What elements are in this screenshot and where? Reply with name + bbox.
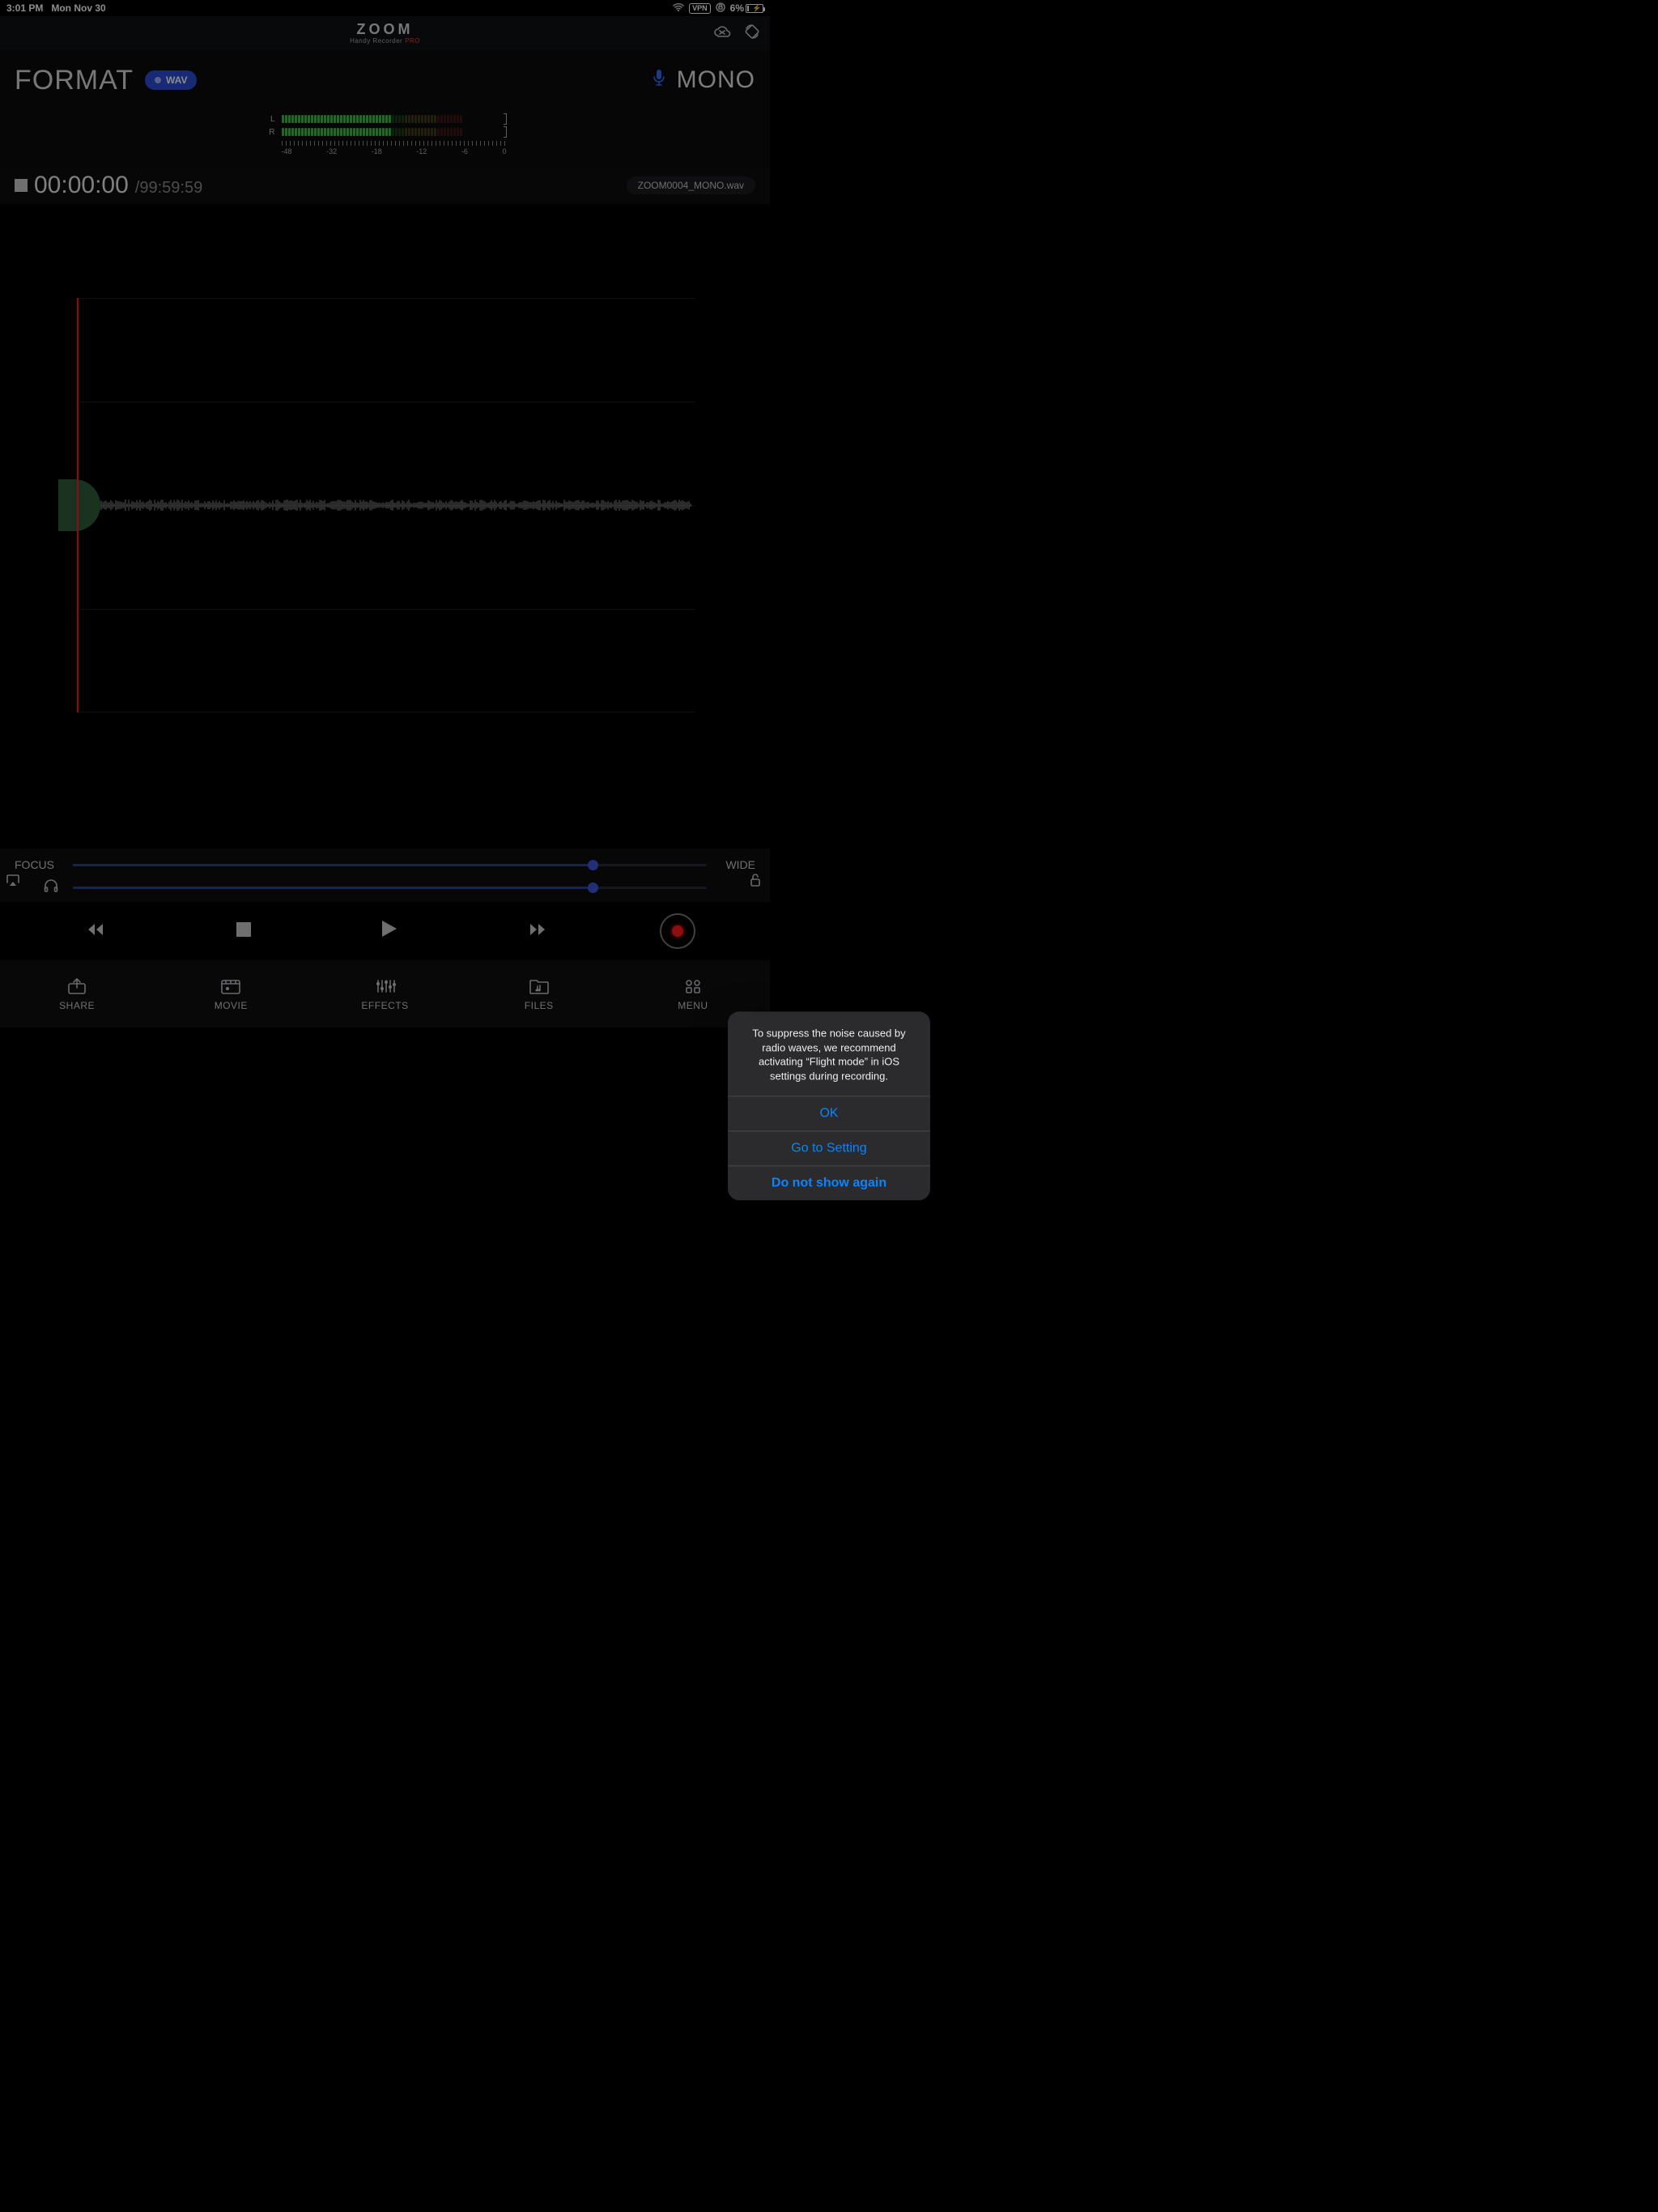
brand-sub: Handy Recorder	[350, 37, 405, 45]
meter-r-label: R	[264, 128, 275, 137]
time-row: 00:00:00 /99:59:59 ZOOM0004_MONO.wav	[0, 167, 770, 204]
headphones-icon	[44, 879, 60, 896]
status-bar: 3:01 PM Mon Nov 30 VPN 6% ⚡	[0, 0, 770, 16]
nav-share-label: SHARE	[59, 1000, 95, 1011]
format-pill-label: WAV	[166, 74, 187, 86]
wide-label: WIDE	[720, 858, 755, 871]
tick-12: -12	[416, 147, 427, 155]
format-pill[interactable]: WAV	[145, 70, 197, 90]
lock-icon[interactable]	[749, 873, 762, 891]
dialog-dont-show-button[interactable]: Do not show again	[728, 1166, 930, 1201]
airplay-icon[interactable]	[5, 873, 21, 892]
meter-l-label: L	[264, 115, 275, 124]
wifi-icon	[673, 2, 684, 14]
flight-mode-dialog: To suppress the noise caused by radio wa…	[728, 1011, 930, 1200]
orientation-lock-icon	[716, 2, 725, 15]
bottom-nav: SHARE MOVIE EFFECTS FILES MENU	[0, 960, 770, 1027]
status-date: Mon Nov 30	[51, 2, 105, 14]
tick-0: 0	[502, 147, 506, 155]
focus-label: FOCUS	[15, 858, 60, 871]
nav-menu-label: MENU	[678, 1000, 708, 1011]
stop-button[interactable]	[221, 921, 266, 942]
nav-files-label: FILES	[525, 1000, 554, 1011]
tick-32: -32	[326, 147, 337, 155]
nav-effects-label: EFFECTS	[361, 1000, 408, 1011]
waveform	[77, 499, 692, 512]
mic-icon[interactable]	[653, 69, 665, 91]
focus-slider[interactable]	[73, 864, 707, 866]
time-current: 00:00:00	[34, 172, 129, 199]
stopped-icon	[15, 179, 28, 192]
forward-button[interactable]	[513, 921, 559, 942]
nav-share[interactable]: SHARE	[0, 960, 154, 1027]
sliders-panel: FOCUS WIDE	[0, 849, 770, 902]
nav-effects[interactable]: EFFECTS	[308, 960, 461, 1027]
level-meter: L R -48 -32 -18 -12 -6 0	[0, 110, 770, 167]
nav-movie-label: MOVIE	[215, 1000, 248, 1011]
file-name-pill[interactable]: ZOOM0004_MONO.wav	[627, 177, 755, 194]
nav-movie[interactable]: MOVIE	[154, 960, 308, 1027]
time-total: 99:59:59	[139, 179, 202, 197]
tick-48: -48	[282, 147, 292, 155]
vpn-badge: VPN	[689, 3, 711, 14]
channel-button[interactable]: MONO	[677, 66, 755, 94]
format-row: FORMAT WAV MONO	[0, 50, 770, 110]
dialog-message: To suppress the noise caused by radio wa…	[728, 1011, 930, 1095]
rotation-icon[interactable]	[744, 23, 760, 44]
rewind-button[interactable]	[74, 921, 120, 942]
brand-pro: PRO	[405, 37, 420, 45]
nav-files[interactable]: FILES	[462, 960, 616, 1027]
cloud-off-icon[interactable]	[713, 25, 731, 42]
app-header: ZOOM Handy Recorder PRO	[0, 16, 770, 50]
format-button[interactable]: FORMAT	[15, 65, 134, 96]
battery-indicator: 6% ⚡	[730, 2, 763, 14]
dialog-settings-button[interactable]: Go to Setting	[728, 1131, 930, 1166]
record-button[interactable]	[660, 913, 695, 949]
play-button[interactable]	[367, 921, 412, 942]
tick-6: -6	[461, 147, 468, 155]
dialog-ok-button[interactable]: OK	[728, 1096, 930, 1131]
status-time: 3:01 PM	[6, 2, 43, 14]
battery-percent: 6%	[730, 2, 744, 14]
brand-logo: ZOOM	[350, 22, 420, 38]
playhead-line	[77, 298, 79, 713]
waveform-area[interactable]	[0, 204, 770, 849]
tick-18: -18	[372, 147, 382, 155]
transport-bar	[0, 902, 770, 960]
volume-slider[interactable]	[73, 887, 707, 889]
